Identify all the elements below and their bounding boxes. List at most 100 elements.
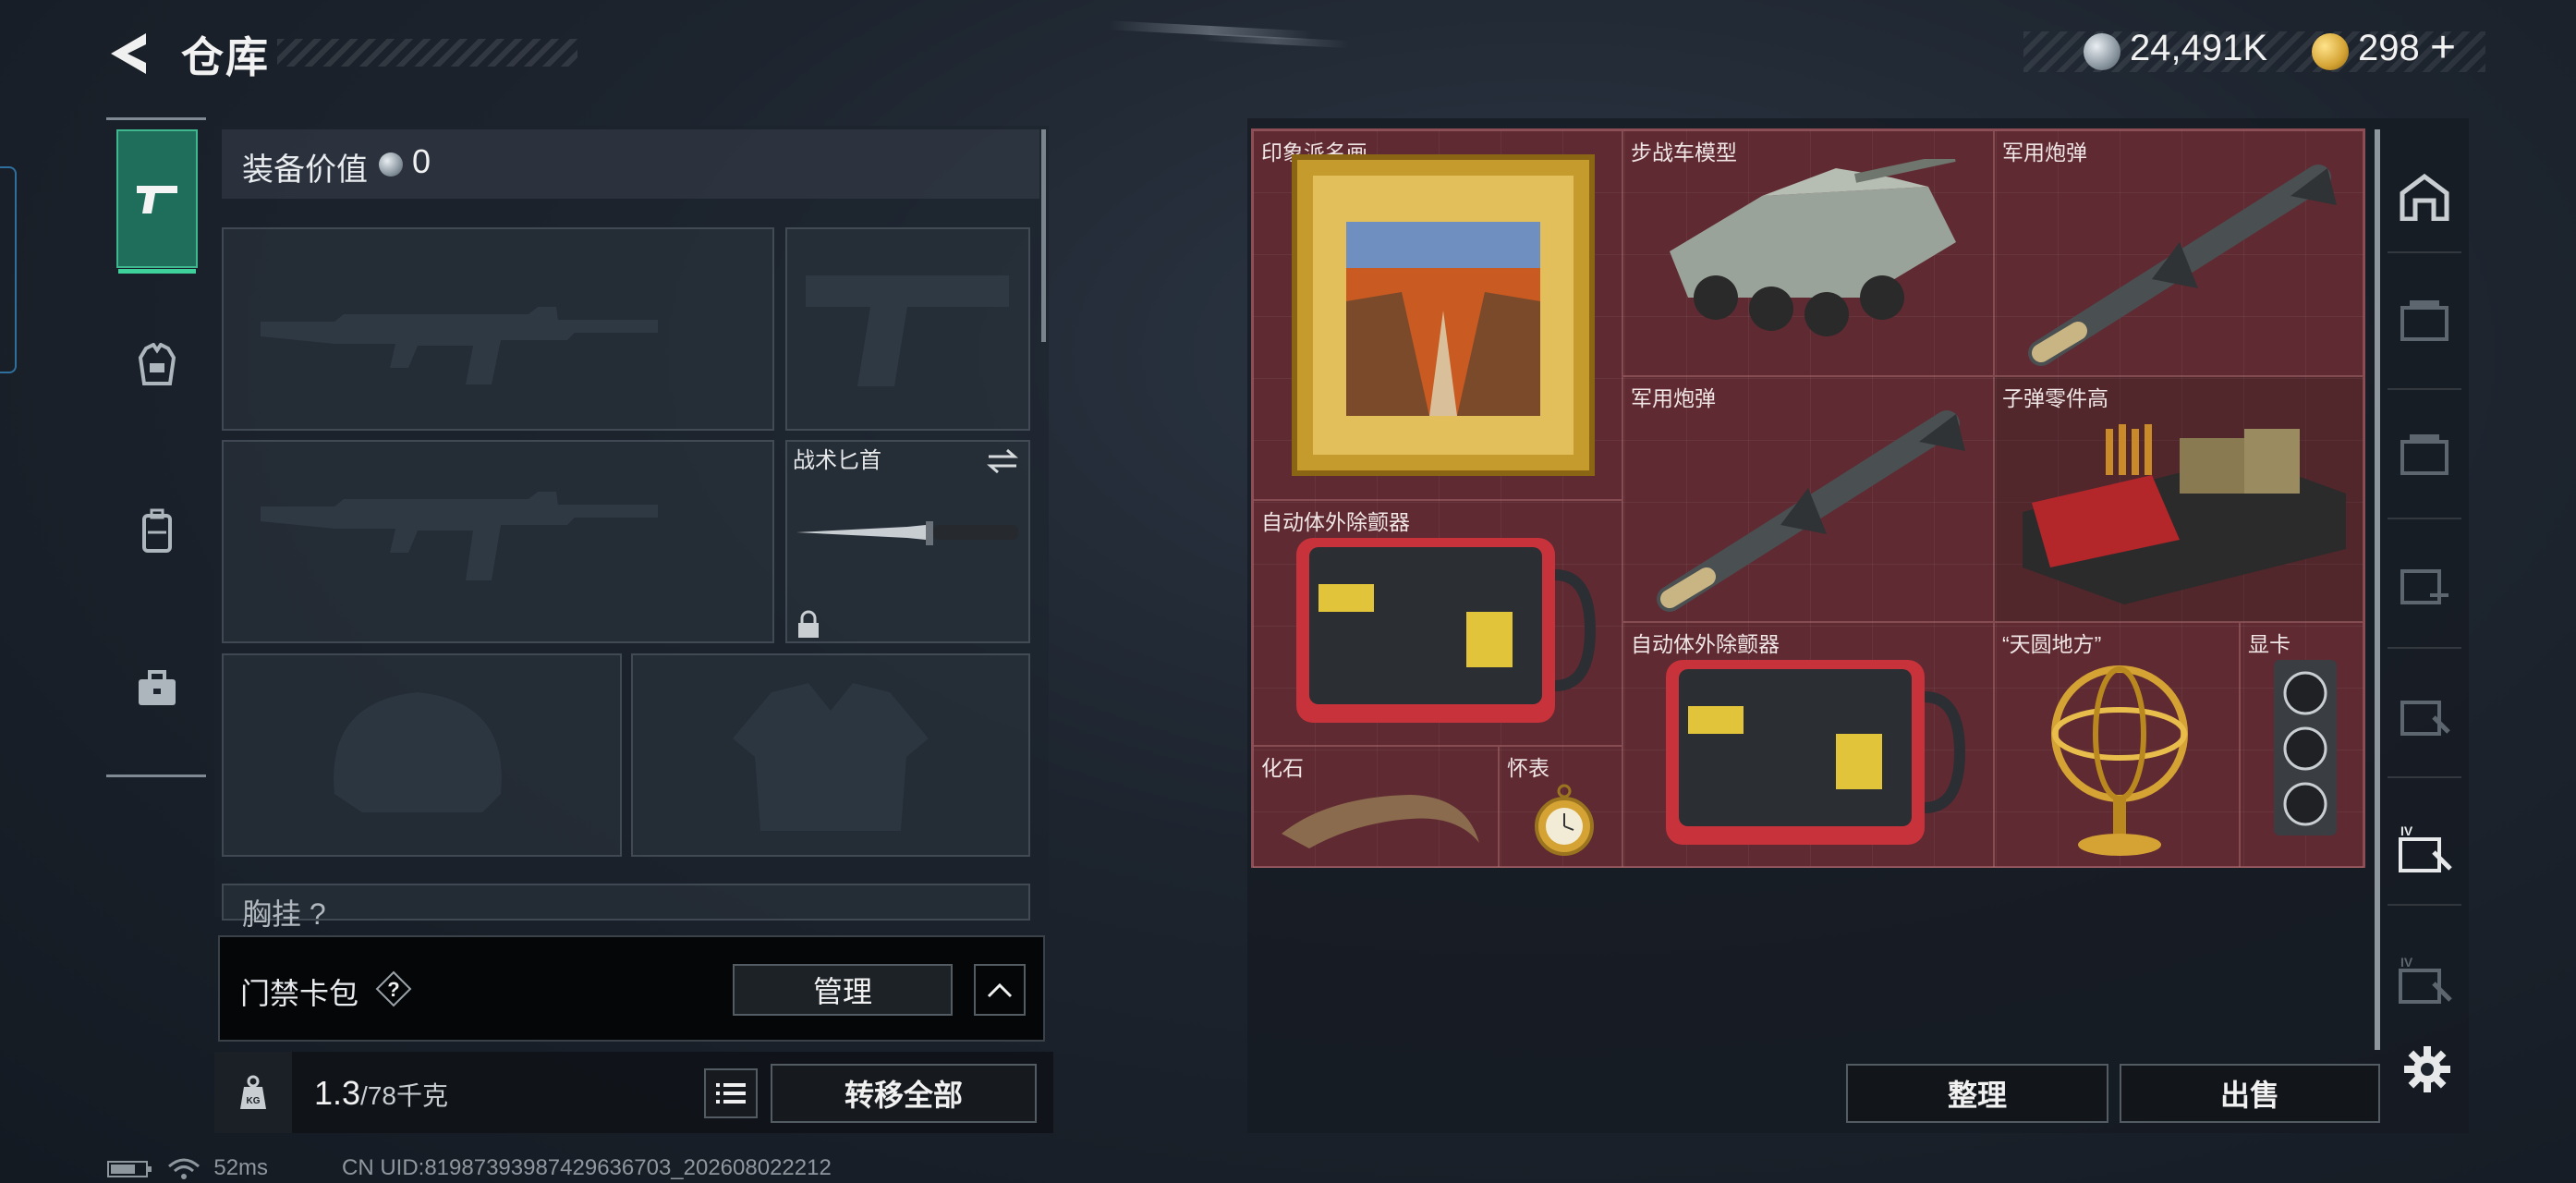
settings-button[interactable] xyxy=(2402,1044,2452,1094)
helmet-slot[interactable] xyxy=(222,653,622,857)
tab-stash-2[interactable] xyxy=(2384,273,2465,365)
page-title: 仓库 xyxy=(181,33,270,81)
item-label: 显卡 xyxy=(2248,632,2290,656)
tab-add-stash[interactable] xyxy=(2384,536,2465,628)
nav-divider xyxy=(106,774,206,777)
box-tools-icon: IV xyxy=(2399,823,2452,872)
tab-case[interactable] xyxy=(116,619,198,758)
armor-slot[interactable] xyxy=(631,653,1030,857)
box-tools-icon xyxy=(2400,701,2450,736)
tab-stash-iv-locked[interactable]: IV xyxy=(2384,933,2465,1026)
knife-slot-label: 战术匕首 xyxy=(793,448,881,473)
currency-value-gold: 298 xyxy=(2358,28,2420,68)
tab-divider xyxy=(2388,251,2461,253)
body-armor-silhouette-icon xyxy=(733,683,929,831)
pistol-slot[interactable] xyxy=(785,227,1030,431)
list-icon xyxy=(716,1083,746,1104)
defibrillator-icon xyxy=(1666,660,1965,845)
silver-coin-icon xyxy=(2084,33,2120,70)
pistol-silhouette-icon xyxy=(806,275,1009,386)
tab-chest-rig[interactable] xyxy=(116,296,198,434)
gold-coin-icon xyxy=(2312,33,2349,70)
list-view-button[interactable] xyxy=(704,1068,758,1118)
tab-stash-iv[interactable]: IV xyxy=(2384,802,2465,895)
missile-icon xyxy=(1657,410,1965,612)
svg-text:?: ? xyxy=(387,978,399,1001)
stash-item-defibrillator[interactable]: 自动体外除颤器 xyxy=(1253,500,1622,746)
stash-item-painting[interactable]: 印象派名画 xyxy=(1253,130,1622,500)
sort-button[interactable]: 整理 xyxy=(1846,1064,2108,1123)
weight-capacity: /78千克 xyxy=(360,1081,448,1110)
svg-text:KG: KG xyxy=(247,1096,261,1106)
manage-button[interactable]: 管理 xyxy=(733,964,953,1016)
primary-weapon-slot-2[interactable] xyxy=(222,440,774,643)
stash-item-defibrillator[interactable]: 自动体外除颤器 xyxy=(1622,622,1994,868)
fossil-claw-icon xyxy=(1282,795,1479,848)
help-icon[interactable]: ? xyxy=(375,970,412,1007)
pistol-icon xyxy=(137,186,177,213)
ping-readout: 52ms xyxy=(213,1155,269,1180)
stash-item-apc-model[interactable]: 步战车模型 xyxy=(1622,130,1994,376)
weight-icon: KG xyxy=(214,1052,292,1133)
item-label: 怀表 xyxy=(1507,756,1549,780)
svg-text:IV: IV xyxy=(2400,823,2413,838)
box-icon xyxy=(2400,434,2448,475)
back-arrow-icon xyxy=(111,33,146,74)
title-decoration xyxy=(277,39,577,67)
svg-text:IV: IV xyxy=(2400,955,2413,970)
apc-model-icon xyxy=(1670,159,1956,336)
stash-item-missile[interactable]: 军用炮弹 xyxy=(1622,376,1994,622)
back-button[interactable] xyxy=(103,28,155,79)
stash-item-missile[interactable]: 军用炮弹 xyxy=(1994,130,2363,376)
weight-readout: 1.3/78千克 xyxy=(314,1074,448,1113)
armillary-sphere-icon xyxy=(2051,665,2188,856)
tab-divider xyxy=(2388,388,2461,390)
stash-item-fossil[interactable]: 化石 xyxy=(1253,746,1499,868)
graphics-card-icon xyxy=(2274,660,2337,835)
stash-item-ammo-parts[interactable]: 子弹零件高 xyxy=(1994,376,2363,622)
tab-stash-main[interactable] xyxy=(2384,151,2465,243)
gear-icon xyxy=(2404,1046,2450,1092)
keycard-label: 门禁卡包 xyxy=(240,977,359,1010)
tab-stash-3[interactable] xyxy=(2384,407,2465,499)
lock-icon xyxy=(796,610,820,640)
scrollbar[interactable] xyxy=(2375,129,2380,1050)
painting-icon xyxy=(1292,154,1595,476)
swap-icon[interactable] xyxy=(985,447,1020,475)
primary-weapon-slot-1[interactable] xyxy=(222,227,774,431)
stash-item-pocket-watch[interactable]: 怀表 xyxy=(1499,746,1622,868)
nav-divider xyxy=(106,117,206,120)
backpack-icon xyxy=(142,508,172,553)
briefcase-icon xyxy=(139,670,176,705)
equipment-value: 0 xyxy=(412,142,431,180)
collapse-button[interactable] xyxy=(974,964,1026,1016)
stash-item-graphics-card[interactable]: 显卡 xyxy=(2240,622,2363,868)
rifle-silhouette-icon xyxy=(261,492,658,580)
wifi-icon xyxy=(167,1158,200,1179)
tab-backpack[interactable] xyxy=(116,462,198,601)
transfer-all-button[interactable]: 转移全部 xyxy=(771,1064,1037,1123)
weight-current: 1.3 xyxy=(314,1074,361,1112)
add-box-icon xyxy=(2400,569,2448,604)
tab-weapon[interactable] xyxy=(116,129,198,274)
tab-divider xyxy=(2388,518,2461,519)
silver-coin-icon xyxy=(379,152,403,177)
user-id: CN UID:81987393987429636703_202608022212 xyxy=(342,1155,832,1180)
sell-button[interactable]: 出售 xyxy=(2120,1064,2380,1123)
equipment-value-label: 装备价值 xyxy=(242,152,368,188)
scrollbar[interactable] xyxy=(1041,129,1046,342)
box-icon xyxy=(2400,300,2448,341)
add-currency-button[interactable]: + xyxy=(2430,22,2456,73)
vest-icon xyxy=(138,343,176,385)
chest-rig-slot[interactable] xyxy=(222,884,1030,921)
tab-divider xyxy=(2388,904,2461,906)
missile-icon xyxy=(2028,165,2337,366)
edge-accent xyxy=(0,166,17,373)
tab-stash-iii[interactable] xyxy=(2384,667,2465,760)
chest-rig-label: 胸挂 ? xyxy=(242,897,326,931)
tab-divider xyxy=(2388,647,2461,649)
stash-item-armillary[interactable]: “天圆地方” xyxy=(1994,622,2240,868)
status-bar: 52ms xyxy=(107,1155,268,1181)
chevron-up-icon xyxy=(987,982,1013,998)
battery-icon xyxy=(107,1160,152,1177)
